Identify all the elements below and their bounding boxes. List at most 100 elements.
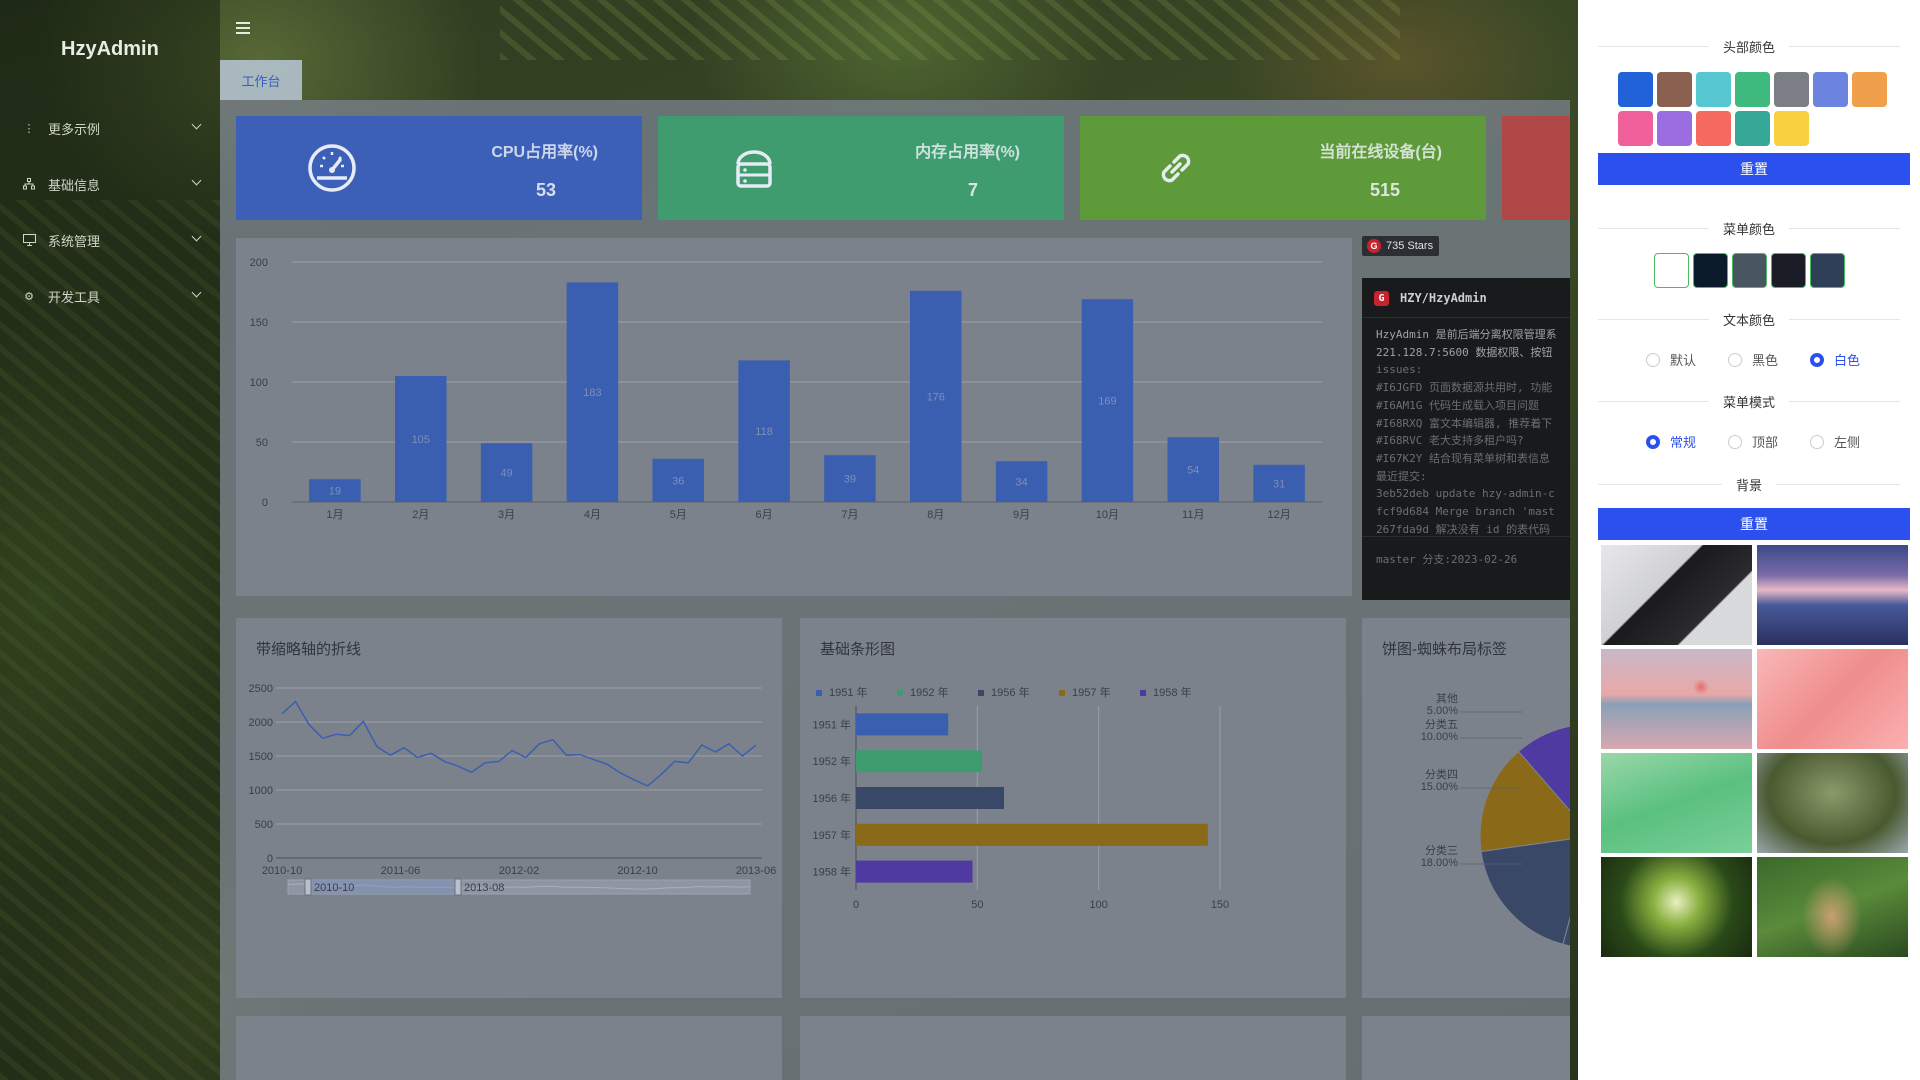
header-color-swatch[interactable] — [1774, 72, 1809, 107]
bar — [856, 860, 973, 883]
bg-deer-image[interactable] — [1757, 857, 1908, 957]
stars-badge[interactable]: G 735 Stars — [1362, 236, 1440, 256]
menu-color-swatch[interactable] — [1654, 253, 1689, 288]
sidebar-item-label: 开发工具 — [48, 289, 101, 305]
bar-value-label: 31 — [1273, 478, 1285, 490]
bar-value-label: 183 — [583, 387, 601, 399]
text-color-white-radio[interactable]: 白色 — [1810, 350, 1860, 369]
stat-value: 515 — [1369, 180, 1400, 200]
header-color-swatch[interactable] — [1618, 111, 1653, 146]
menu-color-swatch[interactable] — [1771, 253, 1806, 288]
sidebar-item-system-management[interactable]: 系统管理 — [0, 220, 220, 260]
y-tick-label: 200 — [250, 257, 268, 269]
header-color-swatch[interactable] — [1774, 111, 1809, 146]
radio-label: 白色 — [1834, 353, 1861, 368]
bottom-panel — [236, 1016, 782, 1080]
header-color-swatch[interactable] — [1852, 72, 1887, 107]
bottom-panel — [800, 1016, 1346, 1080]
sidebar-item-dev-tools[interactable]: ⚙ 开发工具 — [0, 276, 220, 316]
git-line: issues: — [1376, 363, 1423, 377]
sidebar: HzyAdmin ⋮ 更多示例 基础信息 系统管理 ⚙ 开发工具 — [0, 0, 220, 1080]
zoom-handle-left[interactable] — [304, 878, 312, 896]
zoom-handle-right[interactable] — [454, 878, 462, 896]
legend-label: 1957 年 — [1072, 685, 1111, 699]
y-tick-label: 1951 年 — [812, 717, 851, 731]
menu-color-swatch[interactable] — [1732, 253, 1767, 288]
legend-swatch — [1059, 690, 1065, 696]
bg-forest-canopy-image[interactable] — [1601, 857, 1752, 957]
git-repo-body: HzyAdmin 是前后端分离权限管理系 221.128.7:5600 数据权限… — [1376, 326, 1570, 538]
pie-label-name: 分类五 — [1425, 717, 1458, 731]
bar-value-label: 49 — [500, 468, 512, 480]
menu-mode-top-radio[interactable]: 顶部 — [1728, 432, 1778, 451]
bg-laptop-image[interactable] — [1601, 545, 1752, 645]
pie-chart-panel: 饼图-蜘蛛布局标签 其他 5.00% 分类五 10.00% 分类四 15.00% 分类三 18… — [1362, 618, 1570, 998]
git-line: #I68RVC 老大支持多租户吗? — [1376, 434, 1524, 448]
text-color-black-radio[interactable]: 黑色 — [1728, 350, 1778, 369]
header-color-swatch[interactable] — [1813, 72, 1848, 107]
zoom-start-label: 2010-10 — [314, 882, 354, 894]
header-color-swatch[interactable] — [1657, 111, 1692, 146]
radio-dot — [1646, 352, 1660, 367]
header-color-swatch[interactable] — [1735, 72, 1770, 107]
legend-label: 1958 年 — [1153, 685, 1192, 699]
x-tick-label: 3月 — [498, 509, 515, 521]
background-reset-button[interactable]: 重置 — [1598, 508, 1910, 540]
pie-chart: 其他5.00%分类五10.00% 分类四15.00% 分类三18.00% — [1421, 692, 1570, 947]
legend-label: 1956 年 — [991, 685, 1030, 699]
y-tick-label: 0 — [262, 497, 268, 509]
menu-mode-left-radio[interactable]: 左侧 — [1810, 432, 1860, 451]
git-line: #I6AM1G 代码生成载入项目问题 — [1376, 398, 1539, 412]
stat-card-partial — [1502, 116, 1570, 220]
text-color-default-radio[interactable]: 默认 — [1646, 350, 1696, 369]
legend-label: 1951 年 — [829, 685, 868, 699]
bg-pink-blossom-image[interactable] — [1757, 649, 1908, 749]
sidebar-item-more-examples[interactable]: ⋮ 更多示例 — [0, 108, 220, 148]
monthly-bar-chart-panel: 0 50 100 150 200 19 1月 105 2月 49 3月 183 4月 36 5月 118 6月 3… — [236, 238, 1352, 596]
bar-value-label: 39 — [844, 474, 856, 486]
x-tick-label: 2月 — [412, 509, 429, 521]
radio-label: 黑色 — [1752, 353, 1779, 368]
y-tick-label: 100 — [250, 377, 268, 389]
bg-green-leaf-image[interactable] — [1601, 753, 1752, 853]
radio-dot — [1810, 434, 1824, 449]
line-chart: 0 500 1000 1500 2000 2500 2010-10 2011-06 2012-0… — [249, 683, 776, 896]
git-branch-footer: master 分支:2023-02-26 — [1376, 553, 1518, 566]
x-tick-label: 8月 — [927, 509, 944, 521]
radio-label: 左侧 — [1834, 435, 1861, 450]
bg-mountain-town-image[interactable] — [1757, 545, 1908, 645]
bg-pink-sea-image[interactable] — [1601, 649, 1752, 749]
header-color-swatch[interactable] — [1696, 111, 1731, 146]
header-color-swatch[interactable] — [1657, 72, 1692, 107]
y-tick-label: 1952 年 — [812, 754, 851, 768]
menu-mode-normal-radio[interactable]: 常规 — [1646, 432, 1696, 451]
sidebar-item-basic-info[interactable]: 基础信息 — [0, 164, 220, 204]
hbar-chart-panel: 基础条形图 1951 年 1952 年 1956 年 1957 年 1958 年 0 50 1… — [800, 618, 1346, 998]
tab-workbench[interactable]: 工作台 — [220, 60, 302, 100]
git-line: #I67K2Y 结合现有菜单树和表信息 — [1376, 451, 1550, 465]
bar-value-label: 19 — [329, 486, 341, 498]
radio-dot — [1646, 434, 1660, 449]
header-color-swatch[interactable] — [1618, 72, 1653, 107]
legend-swatch — [1140, 690, 1146, 696]
menu-color-swatch[interactable] — [1810, 253, 1845, 288]
bg-mossy-tree-image[interactable] — [1757, 753, 1908, 853]
bar-value-label: 169 — [1098, 396, 1116, 408]
section-title-text-color: 文本颜色 — [1598, 309, 1900, 329]
menu-toggle-icon[interactable] — [236, 22, 250, 34]
menu-color-swatch[interactable] — [1693, 253, 1728, 288]
header-reset-button[interactable]: 重置 — [1598, 153, 1910, 185]
hbar-chart: 1951 年 1952 年 1956 年 1957 年 1958 年 0 50 100 150 1… — [812, 685, 1229, 911]
bar-value-label: 34 — [1015, 477, 1027, 489]
header-color-swatch[interactable] — [1735, 111, 1770, 146]
gear-icon: ⚙ — [24, 290, 34, 303]
chevron-down-icon — [191, 119, 202, 130]
git-repo-header[interactable]: G HZY/HzyAdmin — [1362, 278, 1570, 318]
legend-label: 1952 年 — [910, 685, 949, 699]
legend-swatch — [816, 690, 822, 696]
section-title-background: 背景 — [1598, 474, 1900, 494]
bar-value-label: 54 — [1187, 465, 1199, 477]
x-tick-label: 2013-06 — [736, 865, 776, 877]
section-title-header-color: 头部颜色 — [1598, 36, 1900, 56]
header-color-swatch[interactable] — [1696, 72, 1731, 107]
